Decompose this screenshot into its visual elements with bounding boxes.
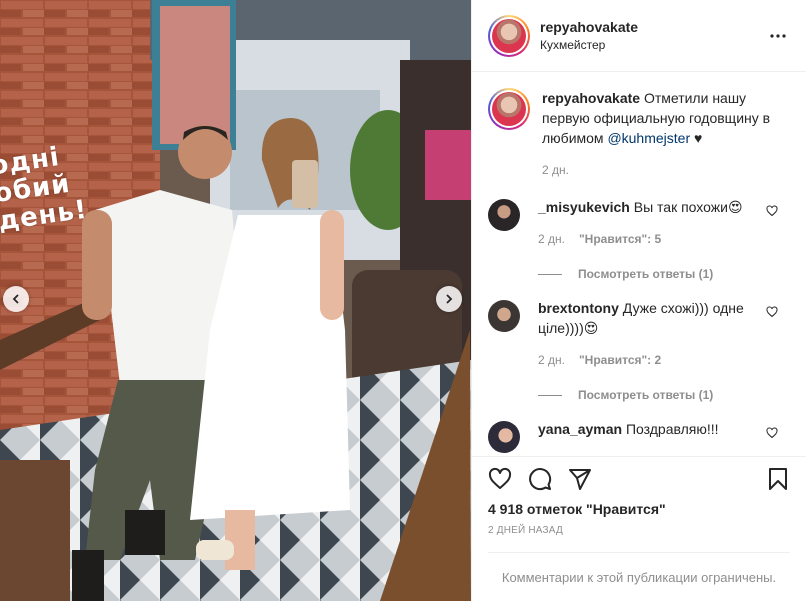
chevron-right-icon: [446, 294, 453, 304]
author-username[interactable]: repyahovakate: [540, 19, 638, 35]
chevron-left-icon: [12, 294, 19, 304]
comment-time: 2 дн.: [538, 353, 565, 367]
comments-restricted-notice: Комментарии к этой публикации ограничены…: [488, 552, 790, 601]
comment-icon[interactable]: [528, 467, 552, 491]
post-details-panel: repyahovakate Кухмейстер repyahovakate О…: [471, 0, 806, 601]
view-replies-button[interactable]: Посмотреть ответы (1): [538, 267, 790, 281]
heart-emoji: ♥: [694, 130, 703, 146]
replies-divider: [538, 273, 562, 275]
view-replies-label: Посмотреть ответы (1): [578, 267, 714, 281]
comments-list[interactable]: repyahovakate Отметили нашу первую офици…: [472, 72, 806, 456]
like-comment-icon[interactable]: [766, 205, 778, 217]
author-avatar[interactable]: [488, 14, 530, 57]
commenter-username[interactable]: _misyukevich: [538, 199, 630, 215]
like-icon[interactable]: [488, 467, 512, 491]
caption-time: 2 дн.: [542, 163, 569, 177]
more-options-button[interactable]: [766, 24, 790, 48]
previous-photo-button[interactable]: [3, 286, 29, 312]
comment-item: _misyukevich Вы так похожи😍 2 дн. "Нрави…: [488, 197, 790, 249]
comment-time: 2 дн.: [538, 232, 565, 246]
commenter-username[interactable]: yana_ayman: [538, 421, 622, 437]
post: одні обий день! repyahovakate Кухмейстер: [0, 0, 806, 601]
caption-username[interactable]: repyahovakate: [542, 90, 640, 106]
like-comment-icon[interactable]: [766, 306, 778, 318]
post-caption: repyahovakate Отметили нашу первую офици…: [488, 88, 790, 180]
caption-mention-link[interactable]: @kuhmejster: [607, 130, 690, 146]
view-replies-label: Посмотреть ответы (1): [578, 388, 714, 402]
post-actions: 4 918 отметок "Нравится" 2 ДНЕЙ НАЗАД Ко…: [472, 456, 806, 601]
commenter-avatar[interactable]: [488, 421, 520, 453]
like-count[interactable]: 4 918 отметок "Нравится": [488, 501, 790, 517]
commenter-username[interactable]: brextontony: [538, 300, 619, 316]
comment-likes[interactable]: "Нравится": 2: [579, 350, 661, 370]
more-dots-icon: [770, 33, 786, 38]
view-replies-button[interactable]: Посмотреть ответы (1): [538, 388, 790, 402]
comment-item: yana_ayman Поздравляю!!!: [488, 419, 790, 453]
bookmark-icon[interactable]: [766, 467, 790, 491]
comment-likes[interactable]: "Нравится": 5: [579, 229, 661, 249]
commenter-avatar[interactable]: [488, 300, 520, 332]
comment-item: brextontony Дуже схожі))) одне ціле))))😍…: [488, 298, 790, 370]
post-date[interactable]: 2 ДНЕЙ НАЗАД: [488, 525, 790, 536]
comment-text: Вы так похожи😍: [633, 199, 743, 215]
post-header: repyahovakate Кухмейстер: [472, 0, 806, 72]
wall-neon-text: одні обий день!: [0, 141, 90, 237]
next-photo-button[interactable]: [436, 286, 462, 312]
caption-avatar[interactable]: [488, 88, 530, 130]
comment-text: Поздравляю!!!: [625, 421, 719, 437]
like-comment-icon[interactable]: [766, 427, 778, 439]
commenter-avatar[interactable]: [488, 199, 520, 231]
replies-divider: [538, 394, 562, 396]
post-location[interactable]: Кухмейстер: [540, 38, 638, 52]
share-icon[interactable]: [568, 467, 592, 491]
photo-scene: [0, 0, 471, 601]
post-photo[interactable]: одні обий день!: [0, 0, 471, 601]
